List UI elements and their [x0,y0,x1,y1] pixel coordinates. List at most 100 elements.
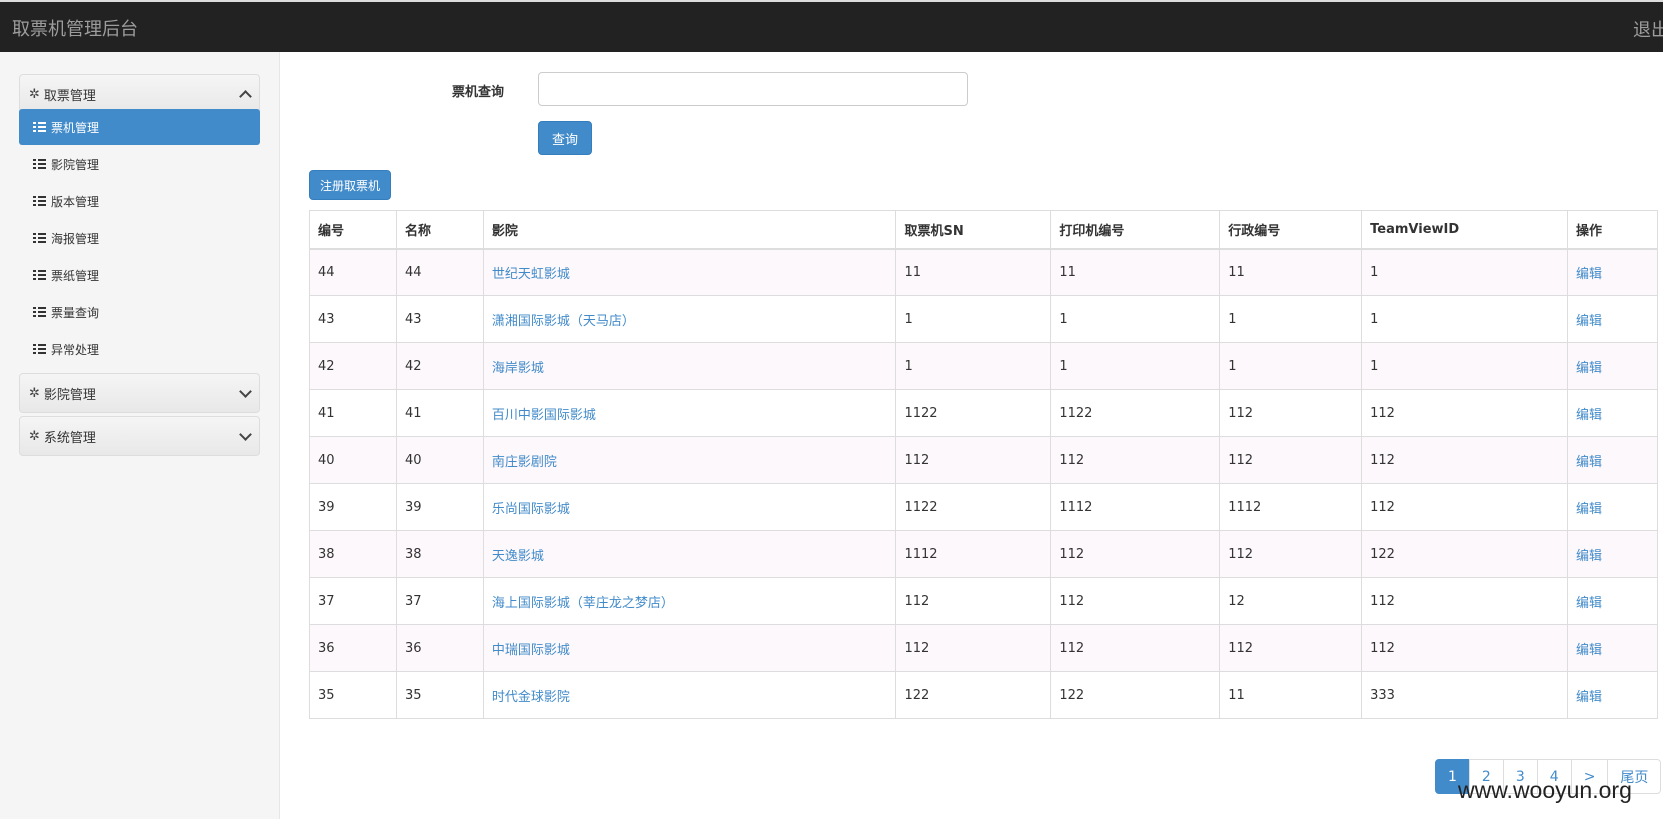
sidebar-group-cinema[interactable]: ✲ 影院管理 [19,373,260,413]
sidebar-item-label: 版本管理 [51,194,100,209]
table-cell: 112 [895,577,1052,625]
edit-link[interactable]: 编辑 [1576,455,1602,470]
column-header: 编号 [309,210,397,250]
table-cell: 42 [395,342,484,390]
cinema-link[interactable]: 天逸影城 [492,549,544,564]
sidebar-item-poster[interactable]: 海报管理 [19,220,260,256]
table-cell: 112 [1361,389,1569,437]
table-cell: 编辑 [1567,342,1658,390]
table-row: 42 42 海岸影城 1 1 1 1 编辑 [309,342,1658,390]
table-cell: 40 [309,436,397,484]
cinema-link[interactable]: 南庄影剧院 [492,455,557,470]
table-cell: 122 [1361,530,1569,578]
chevron-down-icon [239,427,252,441]
table-cell: 39 [395,483,484,531]
sidebar-item-exception[interactable]: 异常处理 [19,331,260,367]
table-cell: 1 [1361,295,1569,343]
table-cell: 1 [1050,342,1221,390]
sidebar-group-system[interactable]: ✲ 系统管理 [19,416,260,456]
search-input[interactable] [538,72,968,106]
table-row: 39 39 乐尚国际影城 1122 1112 1112 112 编辑 [309,483,1658,531]
table-cell: 35 [309,671,397,719]
table-cell: 112 [895,624,1052,672]
cinema-link[interactable]: 中瑞国际影城 [492,643,570,658]
cinema-link[interactable]: 海上国际影城（莘庄龙之梦店） [492,596,674,611]
column-header: 名称 [395,210,484,250]
sidebar-group-cinema-header[interactable]: ✲ 影院管理 [20,374,259,412]
sidebar-item-ticket-paper[interactable]: 票纸管理 [19,257,260,293]
sidebar-group-label: 取票管理 [43,88,96,104]
edit-link[interactable]: 编辑 [1576,643,1602,658]
cinema-link[interactable]: 世纪天虹影城 [492,267,570,282]
table-cell: 112 [1050,436,1221,484]
edit-link[interactable]: 编辑 [1576,549,1602,564]
cinema-link[interactable]: 海岸影城 [492,361,544,376]
cinema-link[interactable]: 百川中影国际影城 [492,408,596,423]
sidebar-item-ticket-volume[interactable]: 票量查询 [19,294,260,330]
table-row: 41 41 百川中影国际影城 1122 1122 112 112 编辑 [309,389,1658,437]
table-cell: 41 [395,389,484,437]
cinema-link[interactable]: 潇湘国际影城（天马店） [492,314,635,329]
table-cell: 1122 [895,483,1052,531]
query-button[interactable]: 查询 [538,121,592,155]
sidebar-nav-list: 票机管理 影院管理 版本管理 海报管理 票纸管理 票量查询 异常处理 [19,109,260,368]
table-cell: 112 [1361,624,1569,672]
table-cell: 37 [395,577,484,625]
logout-link[interactable]: 退出 [1633,16,1663,42]
table-cell: 11 [1219,671,1363,719]
column-header: 影院 [482,210,897,250]
table-cell: 潇湘国际影城（天马店） [482,295,897,343]
cinema-link[interactable]: 乐尚国际影城 [492,502,570,517]
sidebar-item-label: 票量查询 [51,305,100,320]
sidebar-item-label: 票纸管理 [51,268,100,283]
table-cell: 时代金球影院 [482,671,897,719]
edit-link[interactable]: 编辑 [1576,361,1602,376]
edit-link[interactable]: 编辑 [1576,596,1602,611]
table-cell: 1 [1361,342,1569,390]
table-cell: 11 [895,248,1052,296]
app-title: 取票机管理后台 [12,19,138,40]
table-cell: 海岸影城 [482,342,897,390]
sidebar-item-label: 影院管理 [51,157,100,172]
table-cell: 44 [395,248,484,296]
table-cell: 编辑 [1567,248,1658,296]
table-cell: 37 [309,577,397,625]
sidebar-group-ticket-header[interactable]: ✲ 取票管理 [20,75,259,113]
table-cell: 1 [1361,248,1569,296]
cinema-link[interactable]: 时代金球影院 [492,690,570,705]
register-machine-button[interactable]: 注册取票机 [309,170,391,200]
table-row: 38 38 天逸影城 1112 112 112 122 编辑 [309,530,1658,578]
table-cell: 编辑 [1567,671,1658,719]
table-cell: 40 [395,436,484,484]
table-cell: 编辑 [1567,389,1658,437]
table-cell: 38 [395,530,484,578]
edit-link[interactable]: 编辑 [1576,314,1602,329]
chevron-down-icon [239,384,252,398]
edit-link[interactable]: 编辑 [1576,502,1602,517]
table-cell: 12 [1219,577,1363,625]
edit-link[interactable]: 编辑 [1576,267,1602,282]
table-cell: 42 [309,342,397,390]
edit-link[interactable]: 编辑 [1576,408,1602,423]
table-cell: 41 [309,389,397,437]
sidebar-item-version[interactable]: 版本管理 [19,183,260,219]
table-cell: 112 [1219,436,1363,484]
table-cell: 112 [1050,530,1221,578]
sidebar-item-ticket-machine[interactable]: 票机管理 [19,109,260,145]
table-cell: 112 [1361,577,1569,625]
sidebar-group-label: 影院管理 [43,387,96,403]
sidebar-item-label: 票机管理 [51,120,100,135]
table-row: 37 37 海上国际影城（莘庄龙之梦店） 112 112 12 112 编辑 [309,577,1658,625]
sidebar-group-label: 系统管理 [43,430,96,446]
column-header: 打印机编号 [1050,210,1221,250]
table-row: 40 40 南庄影剧院 112 112 112 112 编辑 [309,436,1658,484]
table-cell: 11 [1050,248,1221,296]
edit-link[interactable]: 编辑 [1576,690,1602,705]
table-cell: 36 [309,624,397,672]
table-cell: 编辑 [1567,295,1658,343]
table-cell: 11 [1219,248,1363,296]
table-row: 36 36 中瑞国际影城 112 112 112 112 编辑 [309,624,1658,672]
sidebar-group-system-header[interactable]: ✲ 系统管理 [20,417,259,455]
sidebar-item-cinema[interactable]: 影院管理 [19,146,260,182]
sidebar-group-ticket[interactable]: ✲ 取票管理 [19,74,260,114]
